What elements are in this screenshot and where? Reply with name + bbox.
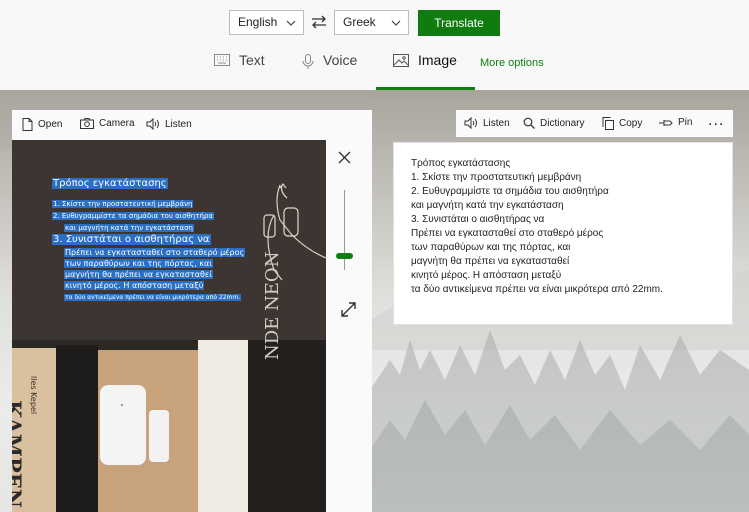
result-line: Τρόπος εγκατάστασης — [411, 158, 511, 169]
speaker-icon — [464, 117, 477, 129]
copy-button[interactable]: Copy — [602, 117, 642, 130]
tab-voice-label: Voice — [323, 52, 358, 68]
source-language-value: English — [238, 15, 278, 29]
more-actions-button[interactable]: ... — [708, 112, 724, 130]
tab-voice[interactable]: Voice — [302, 52, 357, 88]
ocr-line: μαγνήτη θα πρέπει να εγκατασταθεί — [64, 270, 213, 279]
expand-icon[interactable] — [340, 301, 357, 318]
book-spine-text: lles Kepel — [29, 376, 38, 415]
result-line: των παραθύρων και της πόρτας, και — [411, 242, 571, 253]
copy-label: Copy — [619, 118, 643, 129]
ocr-line: κινητό μέρος. Η απόσταση μεταξύ — [64, 281, 205, 290]
ocr-line-text: κινητό μέρος. Η απόσταση μεταξύ — [64, 281, 205, 290]
chevron-down-icon — [286, 20, 296, 26]
ocr-line: τα δύο αντικείμενα πρέπει να είναι μικρό… — [64, 294, 242, 301]
pin-button[interactable]: Pin — [659, 117, 692, 128]
listen-button[interactable]: Listen — [146, 118, 192, 130]
dictionary-label: Dictionary — [540, 117, 585, 129]
result-line: 3. Συνιστάται ο αισθητήρας να — [411, 214, 545, 225]
book-spine-text: NDE NEON — [262, 251, 283, 360]
result-line: 2. Ευθυγραμμίστε τα σημάδια του αισθητήρ… — [411, 186, 609, 197]
listen-label: Listen — [483, 117, 510, 129]
result-line: Πρέπει να εγκατασταθεί στο σταθερό μέρος — [411, 228, 604, 239]
result-toolbar: Listen Dictionary Copy Pin ... — [456, 110, 733, 137]
translation-result-panel[interactable]: Τρόπος εγκατάστασης 1. Σκίστε την προστα… — [393, 142, 733, 325]
ocr-line-text: τα δύο αντικείμενα πρέπει να είναι μικρό… — [64, 294, 242, 301]
chevron-down-icon — [391, 20, 401, 26]
dictionary-button[interactable]: Dictionary — [523, 117, 584, 129]
ocr-line: των παραθύρων και της πόρτας, και — [64, 259, 213, 268]
ocr-line-text: και μαγνήτη κατά την εγκατάσταση — [64, 224, 194, 232]
tab-image-label: Image — [418, 52, 457, 68]
pin-label: Pin — [678, 117, 693, 128]
ocr-line-text: Τρόπος εγκατάστασης — [52, 178, 168, 189]
ocr-line-title: Τρόπος εγκατάστασης — [52, 178, 168, 189]
header-bar: English Greek Translate Text Voice Image… — [0, 0, 749, 90]
ocr-line-text: 1. Σκίστε την προστατευτική μεμβράνη — [52, 200, 194, 208]
keyboard-icon — [214, 54, 230, 66]
target-language-select[interactable]: Greek — [334, 10, 409, 35]
microphone-icon — [302, 54, 314, 69]
target-language-value: Greek — [343, 15, 376, 29]
result-line: και μαγνήτη κατά την εγκατάσταση — [411, 200, 564, 211]
result-line: 1. Σκίστε την προστατευτική μεμβράνη — [411, 172, 582, 183]
ocr-line: Πρέπει να εγκατασταθεί στο σταθερό μέρος — [64, 248, 246, 257]
speaker-icon — [146, 118, 159, 130]
more-options-link[interactable]: More options — [480, 57, 544, 69]
camera-button[interactable]: Camera — [80, 118, 135, 129]
open-button[interactable]: Open — [22, 118, 62, 131]
image-side-controls — [326, 140, 372, 512]
search-icon — [523, 117, 535, 129]
listen-label: Listen — [165, 118, 192, 130]
ocr-line-text: των παραθύρων και της πόρτας, και — [64, 259, 213, 268]
image-toolbar: Open Camera Listen — [12, 110, 372, 140]
ocr-line-text: μαγνήτη θα πρέπει να εγκατασταθεί — [64, 270, 213, 279]
zoom-slider-thumb[interactable] — [336, 253, 353, 259]
tab-text[interactable]: Text — [214, 52, 265, 88]
ocr-line-text: Πρέπει να εγκατασταθεί στο σταθερό μέρος — [64, 248, 246, 257]
ocr-line: και μαγνήτη κατά την εγκατάσταση — [64, 224, 194, 232]
result-line: τα δύο αντικείμενα πρέπει να είναι μικρό… — [411, 284, 663, 295]
ocr-line-text: 3. Συνιστάται ο αισθητήρας να — [52, 234, 211, 245]
result-line: μαγνήτη θα πρέπει να εγκατασταθεί — [411, 256, 570, 267]
pin-icon — [659, 119, 673, 126]
open-label: Open — [38, 119, 63, 130]
translate-button[interactable]: Translate — [418, 10, 500, 36]
image-icon — [393, 54, 409, 67]
ocr-line-text: 2. Ευθυγραμμίστε τα σημάδια του αισθητήρ… — [52, 212, 214, 220]
ocr-line: 1. Σκίστε την προστατευτική μεμβράνη — [52, 200, 194, 208]
swap-languages-icon[interactable] — [310, 13, 328, 31]
captured-photo: Τρόπος εγκατάστασης 1. Σκίστε την προστα… — [12, 140, 326, 512]
copy-icon — [602, 117, 614, 130]
camera-icon — [80, 118, 94, 129]
tab-image[interactable]: Image — [393, 52, 457, 88]
open-file-icon — [22, 118, 33, 131]
source-language-select[interactable]: English — [229, 10, 304, 35]
result-line: κινητό μέρος. Η απόσταση μεταξύ — [411, 270, 562, 281]
listen-translation-button[interactable]: Listen — [464, 117, 510, 129]
tab-text-label: Text — [239, 52, 265, 68]
ocr-line: 2. Ευθυγραμμίστε τα σημάδια του αισθητήρ… — [52, 212, 214, 220]
book-spine-text: KAMPEN — [12, 400, 26, 508]
camera-label: Camera — [99, 118, 135, 129]
ocr-line: 3. Συνιστάται ο αισθητήρας να — [52, 234, 211, 245]
close-icon[interactable] — [338, 151, 351, 164]
